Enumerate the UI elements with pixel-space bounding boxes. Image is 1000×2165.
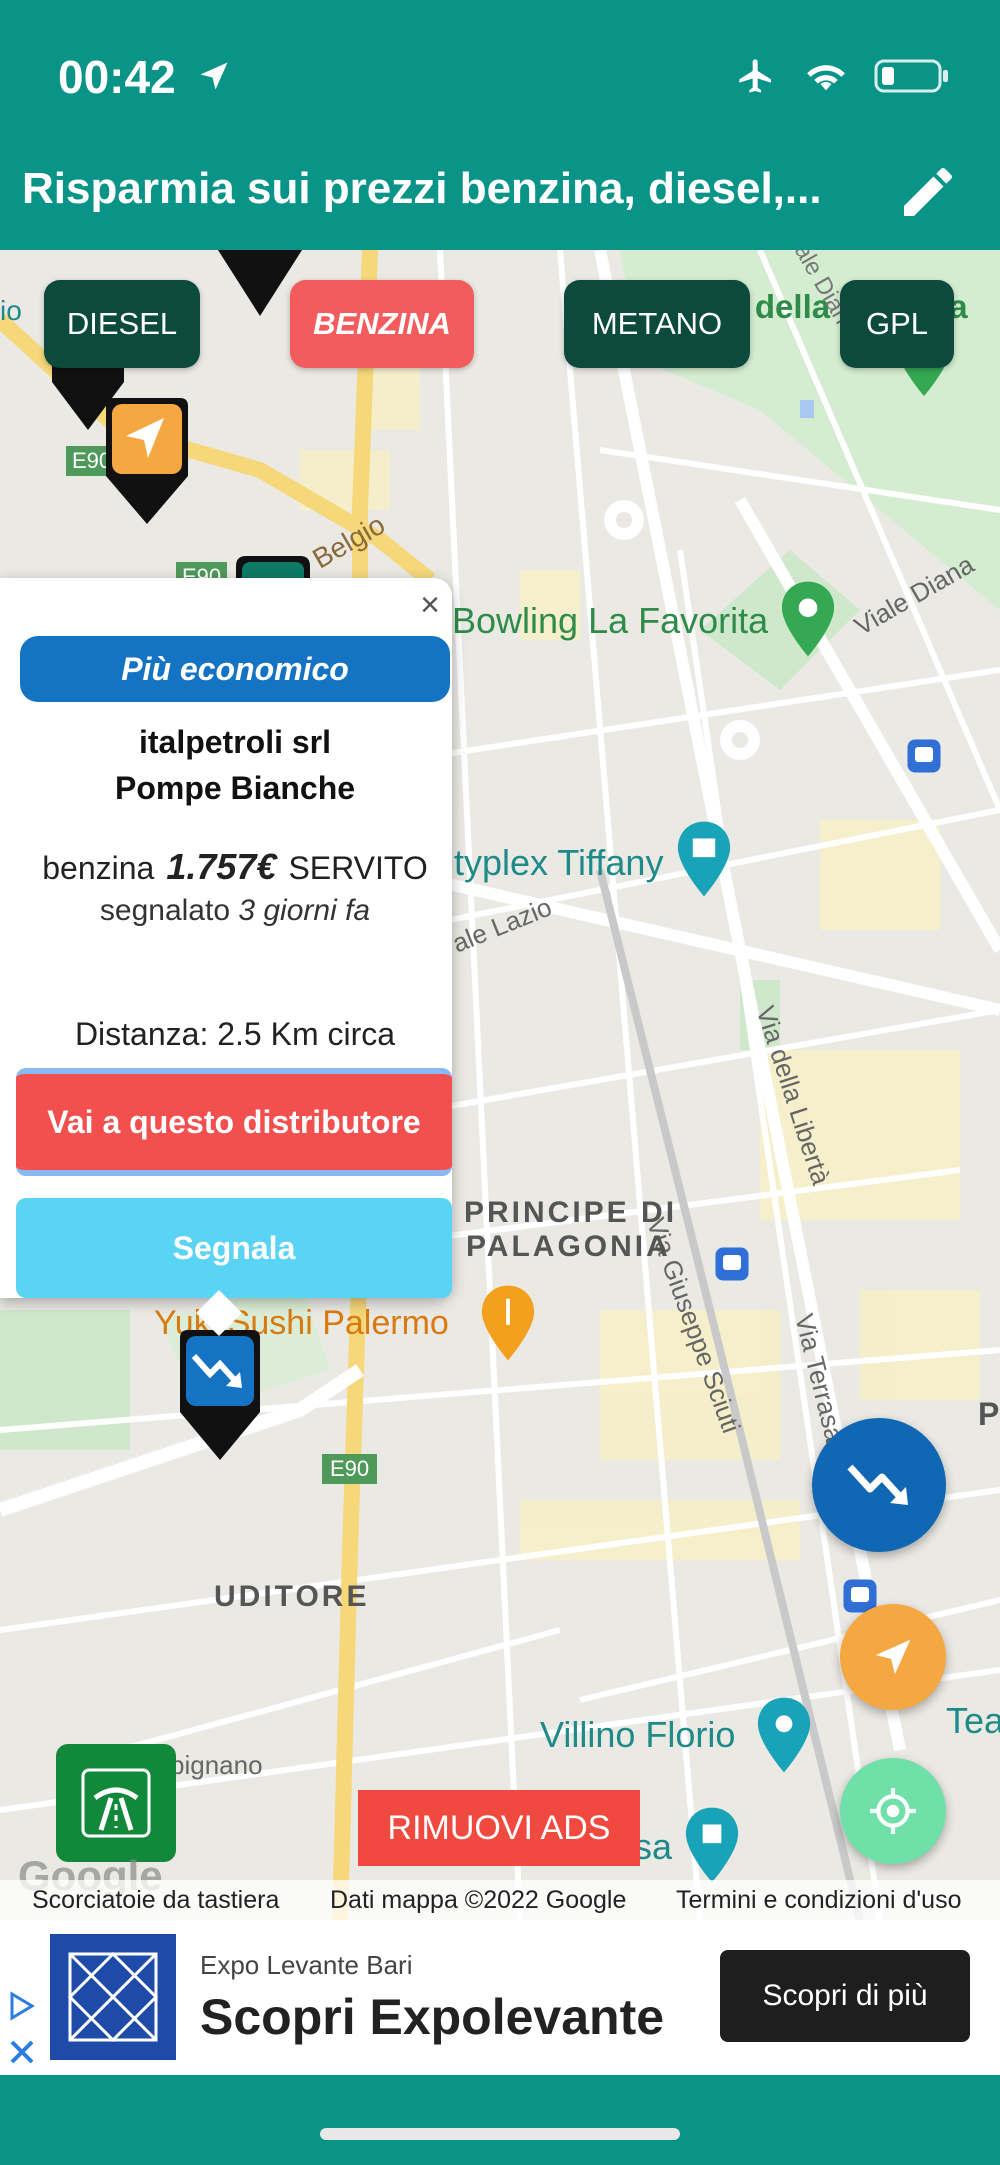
station-brand: Pompe Bianche [114,770,356,806]
tab-benzina[interactable]: BENZINA [290,280,474,368]
close-icon[interactable]: × [420,586,440,625]
distance-text: Distanza: 2.5 Km circa [74,1016,396,1052]
castle-pin-icon [685,1807,739,1883]
my-location-button[interactable] [840,1758,946,1864]
crosshair-icon [870,1788,916,1834]
airplane-icon [739,59,771,93]
reported-label: segnalato [99,894,230,927]
map-edge-label-lo: io [0,295,22,326]
edit-pencil-icon[interactable] [896,160,960,224]
keyboard-shortcuts-link[interactable]: Scorciatoie da tastiera [32,1886,279,1915]
map-data-text: Dati mappa ©2022 Google [330,1886,627,1914]
status-icons [734,56,950,96]
location-arrow-icon [200,62,228,90]
fuel-price: 1.757€ [166,846,277,887]
ad-sponsor: Expo Levante Bari [200,1950,413,1980]
bus-stop-icon [715,1247,749,1281]
price-line: benzina 1.757€ SERVITO [0,846,470,888]
adchoices-icon[interactable] [6,1990,38,2070]
map-label-p: P [978,1396,1000,1432]
trending-down-icon [847,1464,908,1505]
navigation-button[interactable] [840,1604,946,1710]
bus-stop-icon-2 [907,739,941,773]
map-attribution: Scorciatoie da tastiera Dati mappa ©2022… [0,1880,1000,1920]
tab-metano[interactable]: METANO [564,280,750,368]
navigation-arrow-icon [875,1639,911,1675]
highway-icon [81,1768,151,1838]
map-label-principe: PRINCIPE DI [464,1196,678,1229]
navigate-to-station-button[interactable]: Vai a questo distributore [16,1068,452,1176]
fuel-station-marker-cheapest[interactable] [176,1328,264,1460]
status-time: 00:42 [58,51,176,103]
station-popup: × Più economico italpetroli srl Pompe Bi… [0,578,452,1298]
battery-icon [874,59,948,93]
service-type: SERVITO [288,850,428,886]
ad-cta-button[interactable]: Scopri di più [720,1950,970,2042]
popup-pointer [196,1290,242,1336]
map-label-palagonia: PALAGONIA [466,1230,671,1263]
map-label-bowling: Bowling La Favorita [452,600,769,641]
ad-banner[interactable]: Expo Levante Bari Scopri Expolevante Sco… [0,1920,1000,2075]
reported-time: 3 giorni fa [238,894,371,927]
station-name: italpetroli srl [138,724,332,760]
map-label-pignano: pignano [170,1750,263,1780]
map-label-tiffany: typlex Tiffany [454,842,664,883]
map-label-villino-florio: Villino Florio [540,1714,736,1755]
expo-logo [50,1934,176,2060]
map-label-uditore: UDITORE [214,1580,370,1613]
restaurant-pin-icon [481,1285,535,1361]
app-header: 00:42 Risparmia sui prezzi benzina, dies… [0,0,1000,250]
tab-diesel[interactable]: DIESEL [44,280,200,368]
home-indicator[interactable] [320,2128,680,2140]
fuel-station-marker-nav[interactable] [102,396,192,524]
wifi-icon [807,65,845,91]
road-shield-e90-3: E90 [322,1454,378,1484]
report-button[interactable]: Segnala [16,1198,452,1298]
cheapest-badge: Più economico [20,636,450,702]
svg-text:io: io [0,295,22,326]
cheapest-trend-button[interactable] [812,1418,946,1552]
cinema-pin-icon [677,821,731,897]
ad-headline: Scopri Expolevante [200,1989,665,2045]
bowling-pin-icon [781,581,835,657]
page-title: Risparmia sui prezzi benzina, diesel,... [22,164,822,213]
highway-button[interactable] [56,1744,176,1862]
remove-ads-button[interactable]: RIMUOVI ADS [358,1790,640,1866]
reported-line: segnalato 3 giorni fa [0,894,470,928]
tab-gpl[interactable]: GPL [840,280,954,368]
terms-link[interactable]: Termini e condizioni d'uso [676,1886,961,1915]
museum-pin-icon [757,1697,811,1773]
fuel-type: benzina [42,850,155,886]
map-label-teatro: Teatro [946,1700,1000,1741]
